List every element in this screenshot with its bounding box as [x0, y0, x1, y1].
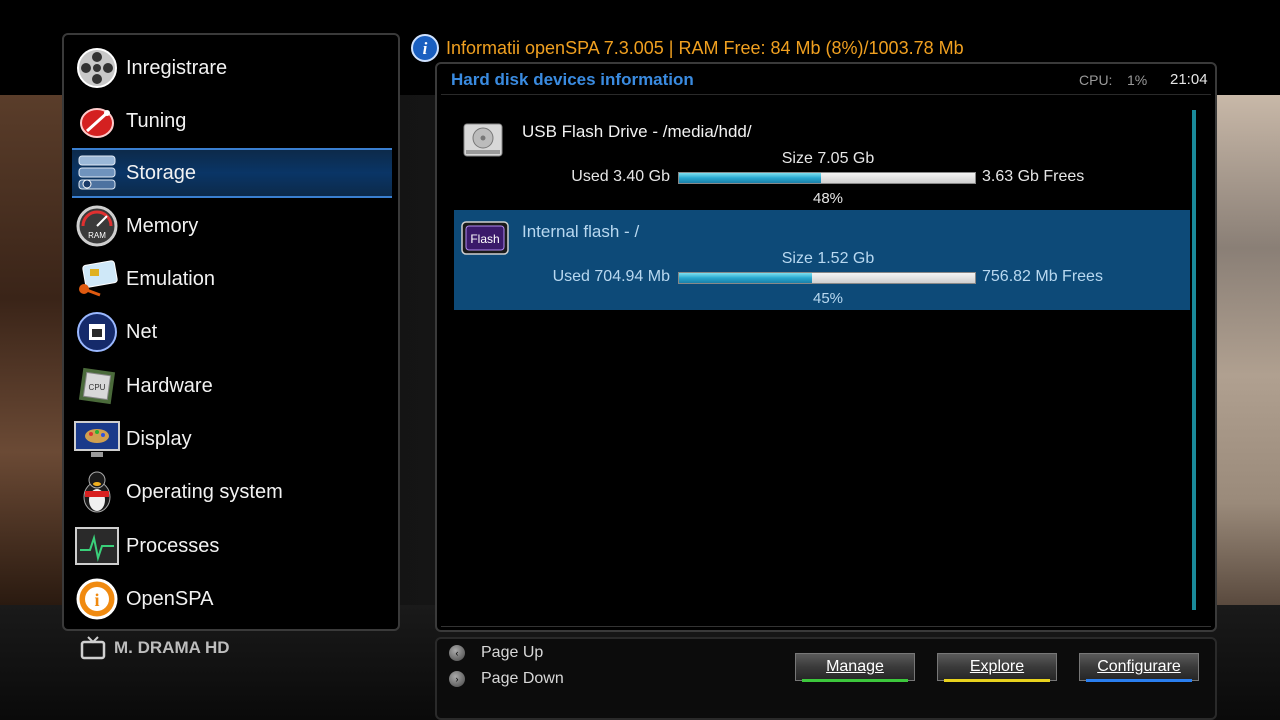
satellite-dish-icon: [72, 98, 122, 144]
clock: 21:04: [1170, 71, 1208, 88]
device-used: Used 704.94 Mb: [552, 268, 670, 285]
explore-button[interactable]: Explore: [937, 653, 1057, 682]
usage-bar-fill: [679, 273, 813, 283]
manage-button-label: Manage: [826, 658, 884, 675]
device-percent: 45%: [812, 290, 844, 307]
tv-icon: [80, 636, 106, 660]
header-info-text: Informatii openSPA 7.3.005 | RAM Free: 8…: [446, 37, 964, 58]
scrollbar[interactable]: [1192, 110, 1196, 610]
cpu-label: CPU:: [1079, 72, 1113, 88]
usage-bar: [678, 172, 976, 184]
hdd-info-panel: Hard disk devices information CPU: 1% 21…: [435, 62, 1217, 632]
blue-key-indicator: [1086, 679, 1192, 682]
menu-item-net[interactable]: Net: [72, 307, 392, 357]
menu-item-label: OpenSPA: [126, 587, 214, 610]
menu-item-label: Display: [126, 427, 192, 450]
menu-item-openspa[interactable]: i OpenSPA: [72, 574, 392, 624]
svg-text:i: i: [94, 590, 99, 610]
menu-item-label: Operating system: [126, 480, 283, 503]
device-percent: 48%: [812, 190, 844, 207]
svg-text:i: i: [423, 39, 428, 58]
device-size: Size 7.05 Gb: [781, 150, 875, 167]
film-reel-icon: [72, 45, 122, 91]
linux-penguin-icon: [72, 469, 122, 515]
menu-item-operating-system[interactable]: Operating system: [72, 467, 392, 517]
flash-chip-label: Flash: [470, 232, 499, 246]
menu-item-display[interactable]: Display: [72, 414, 392, 464]
configurare-button-label: Configurare: [1097, 658, 1181, 675]
configurare-button[interactable]: Configurare: [1079, 653, 1199, 682]
background-video-left-edge: [0, 95, 62, 605]
manage-button[interactable]: Manage: [795, 653, 915, 682]
svg-text:CPU: CPU: [89, 383, 106, 392]
footer-bar: ‹ Page Up › Page Down Manage Explore Con…: [435, 637, 1217, 720]
menu-item-label: Memory: [126, 214, 199, 237]
device-row-selected[interactable]: Flash Internal flash - / Size 1.52 Gb Us…: [454, 210, 1190, 310]
cpu-chip-icon: CPU: [72, 363, 122, 409]
menu-item-label: Inregistrare: [126, 56, 228, 79]
device-name: Internal flash - /: [522, 222, 640, 241]
yellow-key-indicator: [944, 679, 1050, 682]
info-icon: i: [411, 34, 439, 62]
header-info: i Informatii openSPA 7.3.005 | RAM Free:…: [410, 33, 964, 63]
green-key-indicator: [802, 679, 908, 682]
explore-button-label: Explore: [969, 658, 1025, 675]
cpu-value: 1%: [1127, 72, 1148, 88]
menu-item-storage[interactable]: Storage: [72, 148, 392, 198]
monitor-palette-icon: [72, 416, 122, 462]
panel-bottom-divider: [441, 626, 1211, 627]
menu-item-emulation[interactable]: Emulation: [72, 254, 392, 304]
hard-disk-icon: [460, 120, 508, 160]
menu-item-processes[interactable]: Processes: [72, 521, 392, 571]
menu-item-label: Storage: [126, 161, 197, 184]
menu-item-memory[interactable]: RAM Memory: [72, 201, 392, 251]
activity-monitor-icon: [72, 523, 122, 569]
svg-text:RAM: RAM: [88, 231, 106, 240]
device-free: 3.63 Gb Frees: [982, 168, 1085, 185]
page-up-hint[interactable]: ‹ Page Up: [449, 644, 543, 662]
hard-disk-stack-icon: [72, 150, 122, 196]
menu-item-label: Processes: [126, 534, 220, 557]
device-row[interactable]: USB Flash Drive - /media/hdd/ Size 7.05 …: [454, 110, 1190, 210]
current-channel: M. DRAMA HD: [80, 636, 230, 660]
page-down-hint[interactable]: › Page Down: [449, 670, 564, 688]
ram-gauge-icon: RAM: [72, 203, 122, 249]
chevron-left-icon: ‹: [449, 645, 465, 661]
menu-item-label: Emulation: [126, 267, 215, 290]
smart-card-key-icon: [72, 256, 122, 302]
menu-item-label: Net: [126, 320, 158, 343]
chevron-right-icon: ›: [449, 671, 465, 687]
menu-item-inregistrare[interactable]: Inregistrare: [72, 43, 392, 93]
page-up-label: Page Up: [481, 644, 544, 661]
panel-title: Hard disk devices information: [451, 70, 694, 89]
device-used: Used 3.40 Gb: [571, 168, 670, 185]
title-divider: [441, 94, 1211, 95]
menu-item-label: Tuning: [126, 109, 187, 132]
usage-bar: [678, 272, 976, 284]
main-menu: Inregistrare Tuning Storage RAM Memory E…: [62, 33, 400, 631]
device-name: USB Flash Drive - /media/hdd/: [522, 122, 752, 141]
usage-bar-fill: [679, 173, 822, 183]
device-free: 756.82 Mb Frees: [982, 268, 1103, 285]
background-video-right-edge: [1216, 95, 1280, 605]
info-badge-icon: i: [72, 576, 122, 622]
network-globe-icon: [72, 309, 122, 355]
menu-item-tuning[interactable]: Tuning: [72, 96, 392, 146]
flash-chip-icon: Flash: [460, 220, 509, 260]
page-down-label: Page Down: [481, 670, 564, 687]
channel-name: M. DRAMA HD: [114, 638, 230, 657]
menu-item-label: Hardware: [126, 374, 213, 397]
menu-item-hardware[interactable]: CPU Hardware: [72, 361, 392, 411]
device-size: Size 1.52 Gb: [781, 250, 875, 267]
